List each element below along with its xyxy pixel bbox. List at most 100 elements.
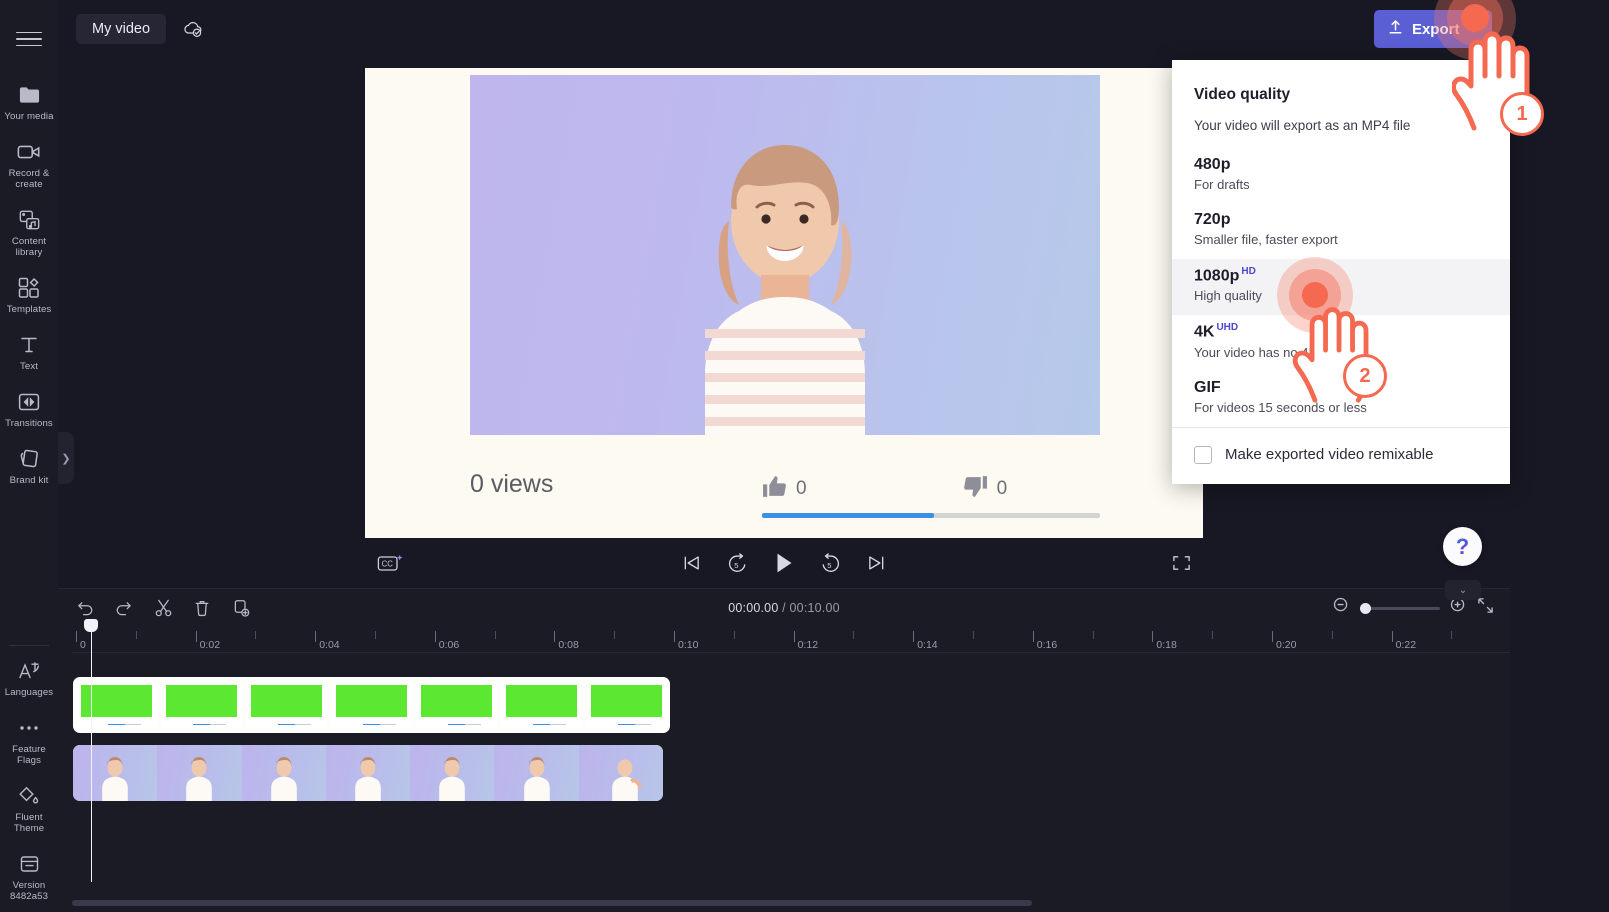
dislike-count: 0	[996, 478, 1008, 499]
question-mark-icon: ?	[1455, 533, 1470, 559]
step-number: 2	[1359, 364, 1371, 387]
timeline-panel: 00:00.00 / 00:10.00 0 0:02 0:04 0:06 0:08 0:1…	[58, 588, 1510, 912]
quality-option-4k[interactable]: 4K UHD Your video has no 4K media	[1172, 315, 1510, 371]
quality-option-1080p[interactable]: 1080p HD High quality	[1172, 259, 1510, 316]
like-count: 0	[796, 478, 807, 499]
clip-thumbnail	[76, 682, 157, 728]
ruler-tick	[913, 631, 915, 642]
like-group[interactable]: 0	[762, 474, 807, 504]
svg-text:CC: CC	[382, 559, 394, 568]
forward-5-icon[interactable]: 5	[820, 553, 841, 573]
scissors-icon[interactable]	[152, 597, 174, 619]
svg-text:5: 5	[734, 561, 738, 570]
project-title[interactable]: My video	[76, 14, 167, 44]
sidebar-divider	[9, 645, 49, 646]
zoom-slider[interactable]	[1360, 602, 1440, 614]
fit-to-screen-icon[interactable]	[1477, 597, 1494, 619]
duplicate-icon[interactable]	[230, 597, 252, 619]
remixable-checkbox[interactable]	[1194, 445, 1212, 464]
timeline-horizontal-scrollbar[interactable]	[72, 900, 1032, 906]
zoom-in-icon[interactable]	[1450, 597, 1467, 619]
video-progress-bar[interactable]	[762, 513, 1100, 518]
play-icon[interactable]	[774, 552, 794, 574]
theme-droplet-icon	[16, 784, 42, 808]
chevron-down-icon: ⌄	[1458, 584, 1468, 596]
sidebar-item-transitions[interactable]: Transitions	[0, 379, 58, 436]
ruler-tick	[1391, 631, 1393, 642]
clip-thumbnail	[416, 682, 497, 728]
timeline-ruler[interactable]: 0 0:02 0:04 0:06 0:08 0:10 0:12 0:14 0:16 0:18 0:2…	[72, 619, 1510, 882]
sidebar-item-label: Transitions	[5, 418, 53, 429]
rewind-5-icon[interactable]: 5	[727, 553, 748, 573]
sidebar-item-record-create[interactable]: Record & create	[0, 129, 58, 197]
clip-thumbnail	[246, 682, 327, 728]
redo-icon[interactable]	[113, 597, 135, 619]
ruler-label: 0:04	[319, 639, 340, 651]
export-button[interactable]: Export ▾	[1373, 10, 1492, 48]
sidebar-item-fluent-theme[interactable]: Fluent Theme	[0, 773, 58, 841]
ruler-minor-tick	[494, 631, 496, 639]
svg-text:5: 5	[827, 561, 831, 570]
brand-kit-icon	[16, 447, 42, 471]
remixable-row[interactable]: Make exported video remixable	[1172, 426, 1510, 484]
sidebar-item-text[interactable]: Text	[0, 322, 58, 379]
hamburger-icon[interactable]	[12, 24, 46, 54]
quality-option-480p[interactable]: 480p For drafts	[1172, 149, 1510, 204]
person-video-clip[interactable]	[73, 745, 663, 801]
fullscreen-icon[interactable]	[1172, 554, 1191, 572]
quality-option-720p[interactable]: 720p Smaller file, faster export	[1172, 204, 1510, 259]
panel-collapse-down-button[interactable]: ⌄	[1445, 580, 1481, 600]
sidebar-item-feature-flags[interactable]: Feature Flags	[0, 705, 58, 773]
ruler-minor-tick	[973, 631, 974, 639]
clip-thumbnail	[494, 745, 579, 801]
ruler-tick	[674, 631, 675, 642]
option-badge: HD	[1241, 266, 1256, 277]
option-name: 1080p	[1194, 267, 1240, 285]
trash-icon[interactable]	[191, 597, 213, 619]
zoom-slider-thumb[interactable]	[1360, 602, 1371, 614]
left-panel-collapse-handle[interactable]: ❯	[58, 432, 74, 484]
progress-fill	[762, 513, 935, 518]
timeline-toolbar: 00:00.00 / 00:10.00	[58, 589, 1510, 627]
option-desc: High quality	[1194, 288, 1262, 304]
option-name: 480p	[1194, 156, 1231, 173]
sidebar-item-label: Version 8482a53	[9, 880, 49, 902]
ruler-label: 0:22	[1395, 639, 1417, 651]
left-sidebar: Your media Record & create Content libra…	[0, 0, 58, 912]
dislike-group[interactable]: 0	[963, 474, 1008, 504]
quality-option-gif[interactable]: GIF For videos 15 seconds or less	[1172, 372, 1510, 427]
video-canvas[interactable]: 0 views 0 0	[365, 68, 1203, 538]
sidebar-item-languages[interactable]: Languages	[0, 648, 58, 705]
ruler-label: 0:02	[199, 639, 221, 651]
languages-icon	[16, 659, 42, 683]
sidebar-item-label: Record & create	[8, 168, 50, 190]
sidebar-item-content-library[interactable]: Content library	[0, 197, 58, 265]
ruler-label: 0:06	[438, 639, 460, 651]
help-button[interactable]: ?	[1443, 527, 1482, 566]
sidebar-item-version[interactable]: Version 8482a53	[0, 841, 58, 912]
undo-icon[interactable]	[74, 597, 96, 619]
sidebar-item-your-media[interactable]: Your media	[0, 72, 58, 129]
ruler-tick	[1152, 631, 1154, 642]
skip-previous-icon[interactable]	[682, 554, 701, 572]
ruler-minor-tick	[135, 631, 137, 639]
sidebar-item-label: Content library	[11, 236, 47, 258]
ruler-tick	[315, 631, 317, 642]
folder-icon	[16, 83, 42, 107]
ellipsis-icon	[16, 716, 42, 740]
ruler-tick	[793, 631, 795, 642]
ruler-tick	[554, 631, 556, 642]
sidebar-item-templates[interactable]: Templates	[0, 265, 58, 322]
ruler-minor-tick	[1212, 631, 1214, 639]
chevron-right-icon: ❯	[61, 452, 71, 465]
thumbs-up-icon	[762, 474, 787, 504]
cc-sparkle-icon[interactable]: CC	[377, 552, 403, 574]
ruler-tick	[195, 631, 197, 642]
export-button-label: Export	[1411, 20, 1460, 38]
green-screen-clip[interactable]	[73, 677, 670, 733]
playhead[interactable]	[84, 619, 98, 882]
zoom-out-icon[interactable]	[1333, 597, 1350, 619]
sidebar-item-brand-kit[interactable]: Brand kit	[0, 436, 58, 493]
skip-next-icon[interactable]	[867, 554, 886, 572]
current-time: 00:00.00	[728, 601, 779, 615]
